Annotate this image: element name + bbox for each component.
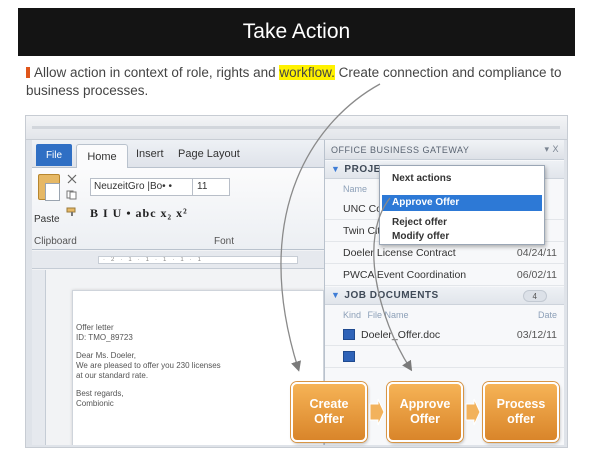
slide: Take Action Allow action in context of r… <box>18 8 575 458</box>
project-date: 04/24/11 <box>516 247 557 259</box>
col-date[interactable]: Date <box>538 310 557 320</box>
tab-page-layout[interactable]: Page Layout <box>178 148 240 160</box>
flow-step-process-offer[interactable]: Process offer <box>483 382 559 442</box>
bullet-icon <box>26 67 30 78</box>
doc-line: at our standard rate. <box>76 371 149 380</box>
tab-file[interactable]: File <box>36 144 72 166</box>
document-row[interactable]: Doeler_Offer.doc 03/12/11 <box>325 324 564 346</box>
expand-icon[interactable]: ▼ <box>331 290 340 300</box>
project-name: PWCA Event Coordination <box>343 269 467 281</box>
documents-count-badge: 4 <box>523 290 547 302</box>
copy-icon[interactable] <box>66 190 78 200</box>
ribbon-tabs: File Home Insert Page Layout <box>32 140 324 168</box>
document-name: Doeler_Offer.doc <box>361 329 441 341</box>
ribbon: Paste NeuzeitGro |Bo• • 11 B I U • abc x… <box>32 168 324 250</box>
font-name-select[interactable]: NeuzeitGro |Bo• • <box>90 178 194 196</box>
menu-item-approve-offer[interactable]: Approve Offer <box>382 195 542 211</box>
doc-line: Offer letter <box>76 323 114 332</box>
slide-title: Take Action <box>18 8 575 56</box>
horizontal-ruler[interactable]: ·2·1·1·1·1·1 <box>32 251 324 269</box>
intro-text: Allow action in context of role, rights … <box>26 64 566 100</box>
project-name: Doeler License Contract <box>343 247 456 259</box>
vertical-ruler[interactable] <box>32 270 46 445</box>
expand-icon[interactable]: ▼ <box>331 164 340 174</box>
word-doc-icon <box>343 351 355 362</box>
panel-controls[interactable]: ▾ X <box>544 144 559 155</box>
doc-line: Dear Ms. Doeler, <box>76 351 137 360</box>
col-file-name[interactable]: File Name <box>368 310 409 320</box>
doc-line: We are pleased to offer you 230 licenses <box>76 361 221 370</box>
paste-icon[interactable] <box>38 174 60 201</box>
col-kind[interactable]: Kind <box>343 310 361 320</box>
tab-home[interactable]: Home <box>76 144 128 168</box>
paste-button-label[interactable]: Paste <box>34 214 60 225</box>
format-buttons[interactable]: B I U • abc x₂ x² <box>90 206 188 221</box>
tab-insert[interactable]: Insert <box>136 148 164 160</box>
doc-line: Combionic <box>76 399 114 408</box>
clipboard-group-label: Clipboard <box>34 236 77 247</box>
cut-icon[interactable] <box>66 174 78 184</box>
project-row[interactable]: Doeler License Contract 04/24/11 <box>325 242 564 264</box>
format-painter-icon[interactable] <box>66 206 78 216</box>
window-titlebar <box>26 116 567 140</box>
document-row[interactable] <box>325 346 564 368</box>
intro-highlight: workflow. <box>279 65 335 80</box>
documents-column-header: Kind File Name Date <box>325 306 564 324</box>
doc-line: ID: TMO_89723 <box>76 333 133 342</box>
font-size-select[interactable]: 11 <box>192 178 230 196</box>
document-date: 03/12/11 <box>516 329 557 341</box>
documents-section[interactable]: ▼ JOB DOCUMENTS 4 <box>325 287 564 305</box>
word-editor: File Home Insert Page Layout Paste Neuze… <box>32 140 324 445</box>
flow-step-create-offer[interactable]: Create Offer <box>291 382 367 442</box>
intro-before: Allow action in context of role, rights … <box>34 65 280 80</box>
project-date: 06/02/11 <box>516 269 557 281</box>
doc-line: Best regards, <box>76 389 124 398</box>
menu-item-modify-offer[interactable]: Modify offer <box>382 229 542 245</box>
next-actions-menu: Next actions Approve Offer Reject offer … <box>379 165 545 245</box>
menu-heading: Next actions <box>392 173 452 184</box>
documents-label: JOB DOCUMENTS <box>344 290 439 301</box>
gateway-title: OFFICE BUSINESS GATEWAY <box>331 145 470 155</box>
font-group-label: Font <box>214 236 235 247</box>
flow-arrow-icon <box>369 398 385 426</box>
gateway-header: OFFICE BUSINESS GATEWAY ▾ X <box>325 140 564 160</box>
flow-arrow-icon <box>465 398 481 426</box>
flow-step-approve-offer[interactable]: Approve Offer <box>387 382 463 442</box>
word-doc-icon <box>343 329 355 340</box>
project-row[interactable]: PWCA Event Coordination 06/02/11 <box>325 264 564 286</box>
